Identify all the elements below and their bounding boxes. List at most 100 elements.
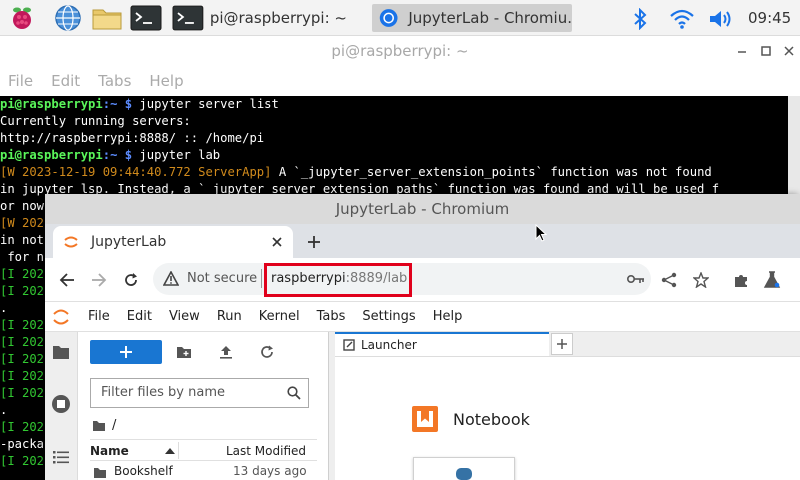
terminal-line: pi@raspberrypi:~ $ jupyter server list xyxy=(0,96,790,113)
mouse-cursor-icon xyxy=(535,224,547,242)
task-chromium[interactable]: JupyterLab - Chromiu. xyxy=(372,4,572,32)
table-of-contents-icon[interactable] xyxy=(52,450,70,464)
prompt-path: :~ $ xyxy=(102,97,140,111)
command-text: jupyter lab xyxy=(139,148,221,162)
tab-strip: JupyterLab xyxy=(45,224,800,258)
jupyter-menubar: File Edit View Run Kernel Tabs Settings … xyxy=(45,302,800,332)
forward-arrow-icon[interactable] xyxy=(91,272,107,288)
bluetooth-icon[interactable] xyxy=(632,8,648,30)
column-divider xyxy=(178,442,179,459)
python-logo-icon xyxy=(456,468,472,480)
folder-icon[interactable] xyxy=(52,344,70,360)
not-secure-label: Not secure xyxy=(187,271,258,286)
launcher-section-title: Notebook xyxy=(453,410,530,429)
jupyter-menu-file[interactable]: File xyxy=(88,309,110,324)
extensions-puzzle-icon[interactable] xyxy=(733,272,749,288)
web-browser-icon[interactable] xyxy=(54,4,82,32)
browser-tab-jupyterlab[interactable]: JupyterLab xyxy=(53,226,293,258)
jupyter-favicon-icon xyxy=(64,236,78,248)
jupyter-menu-kernel[interactable]: Kernel xyxy=(259,309,300,324)
prompt-user: pi@raspberrypi xyxy=(0,97,103,111)
terminal-launcher-icon[interactable] xyxy=(130,4,162,32)
terminal-line: http://raspberrypi:8888/ :: /home/pi xyxy=(0,131,265,145)
terminal-line: pi@raspberrypi:~ $ jupyter lab xyxy=(0,147,790,164)
url-highlight-box xyxy=(264,263,412,297)
prompt-user: pi@raspberrypi xyxy=(0,148,103,162)
notebook-section-icon xyxy=(412,406,438,432)
plus-icon xyxy=(557,339,567,349)
tab-launcher[interactable]: Launcher xyxy=(335,332,549,356)
terminal-icon xyxy=(172,5,204,31)
back-arrow-icon[interactable] xyxy=(59,272,75,288)
lab-flask-icon[interactable] xyxy=(763,271,781,289)
terminal-menu-edit[interactable]: Edit xyxy=(51,72,80,90)
column-name[interactable]: Name xyxy=(90,444,129,458)
upload-icon[interactable] xyxy=(219,345,233,359)
new-folder-icon[interactable] xyxy=(176,345,192,359)
file-browser-panel: Filter files by name / Name Last Modifie… xyxy=(78,332,329,480)
warning-triangle-icon xyxy=(163,271,179,286)
chromium-window-title: JupyterLab - Chromium xyxy=(45,194,800,224)
task-chromium-label: JupyterLab - Chromiu. xyxy=(408,9,572,27)
taskbar: pi@raspberrypi: ~ JupyterLab - Chromiu. … xyxy=(0,0,800,36)
python-kernel-card[interactable] xyxy=(413,457,515,480)
running-stop-icon[interactable] xyxy=(51,394,71,414)
add-tab-button[interactable] xyxy=(551,333,573,355)
task-terminal[interactable]: pi@raspberrypi: ~ xyxy=(172,4,347,32)
log-text: A `_jupyter_server_extension_points` fun… xyxy=(271,165,712,179)
reload-icon[interactable] xyxy=(123,272,139,288)
bookmark-star-icon[interactable] xyxy=(693,272,709,288)
prompt-path: :~ $ xyxy=(102,148,140,162)
file-manager-icon[interactable] xyxy=(91,4,123,32)
file-list-header: Name Last Modified xyxy=(90,439,317,461)
task-terminal-label: pi@raspberrypi: ~ xyxy=(209,9,347,27)
terminal-menu-file[interactable]: File xyxy=(8,72,33,90)
browser-tab-title: JupyterLab xyxy=(91,234,167,250)
new-launcher-button[interactable] xyxy=(90,340,162,364)
maximize-icon[interactable] xyxy=(759,44,773,58)
breadcrumb: / xyxy=(92,418,116,433)
log-prefix: [W 2023-12-19 09:44:40.772 ServerApp] xyxy=(0,165,272,179)
raspberry-menu-icon[interactable] xyxy=(8,4,36,32)
folder-icon xyxy=(94,468,106,478)
jupyter-menu-run[interactable]: Run xyxy=(217,309,242,324)
clock: 09:45 xyxy=(748,9,792,27)
close-icon[interactable] xyxy=(782,44,796,58)
minimize-icon[interactable] xyxy=(735,44,749,58)
terminal-line: Currently running servers: xyxy=(0,114,191,128)
file-filter-input[interactable]: Filter files by name xyxy=(90,378,309,408)
column-last-modified[interactable]: Last Modified xyxy=(226,444,306,458)
terminal-menubar: File Edit Tabs Help xyxy=(0,66,800,96)
breadcrumb-folder-icon[interactable] xyxy=(92,420,106,432)
chromium-window: JupyterLab - Chromium JupyterLab Not sec… xyxy=(45,194,800,480)
refresh-icon[interactable] xyxy=(260,345,274,359)
share-icon[interactable] xyxy=(661,272,677,288)
jupyter-menu-help[interactable]: Help xyxy=(433,309,463,324)
jupyter-menu-edit[interactable]: Edit xyxy=(127,309,152,324)
search-icon xyxy=(287,386,301,400)
sort-caret-icon xyxy=(165,448,175,454)
file-row[interactable]: Bookshelf 13 days ago xyxy=(90,463,317,480)
jupyter-menu-view[interactable]: View xyxy=(169,309,200,324)
close-tab-icon[interactable] xyxy=(271,236,283,248)
wifi-icon[interactable] xyxy=(669,8,695,30)
terminal-menu-tabs[interactable]: Tabs xyxy=(98,72,131,90)
url-separator xyxy=(261,269,262,288)
launcher-tab-icon xyxy=(343,339,355,351)
new-tab-icon[interactable] xyxy=(307,235,321,249)
volume-icon[interactable] xyxy=(708,8,736,30)
jupyter-logo-icon xyxy=(53,309,69,324)
terminal-window-title: pi@raspberrypi: ~ xyxy=(0,36,800,66)
jupyter-menu-settings[interactable]: Settings xyxy=(362,309,415,324)
terminal-line: [W 2023-12-19 09:44:40.772 ServerApp] A … xyxy=(0,164,790,181)
key-icon[interactable] xyxy=(627,273,645,285)
file-row-modified: 13 days ago xyxy=(233,464,307,478)
jupyter-main-area: Launcher Notebook xyxy=(329,332,800,480)
jupyter-menu-tabs[interactable]: Tabs xyxy=(317,309,346,324)
file-row-name: Bookshelf xyxy=(114,464,173,478)
plus-icon xyxy=(120,346,132,358)
chromium-icon xyxy=(379,9,398,27)
jupyter-activity-bar xyxy=(45,332,78,480)
breadcrumb-root[interactable]: / xyxy=(112,418,116,433)
terminal-menu-help[interactable]: Help xyxy=(149,72,183,90)
